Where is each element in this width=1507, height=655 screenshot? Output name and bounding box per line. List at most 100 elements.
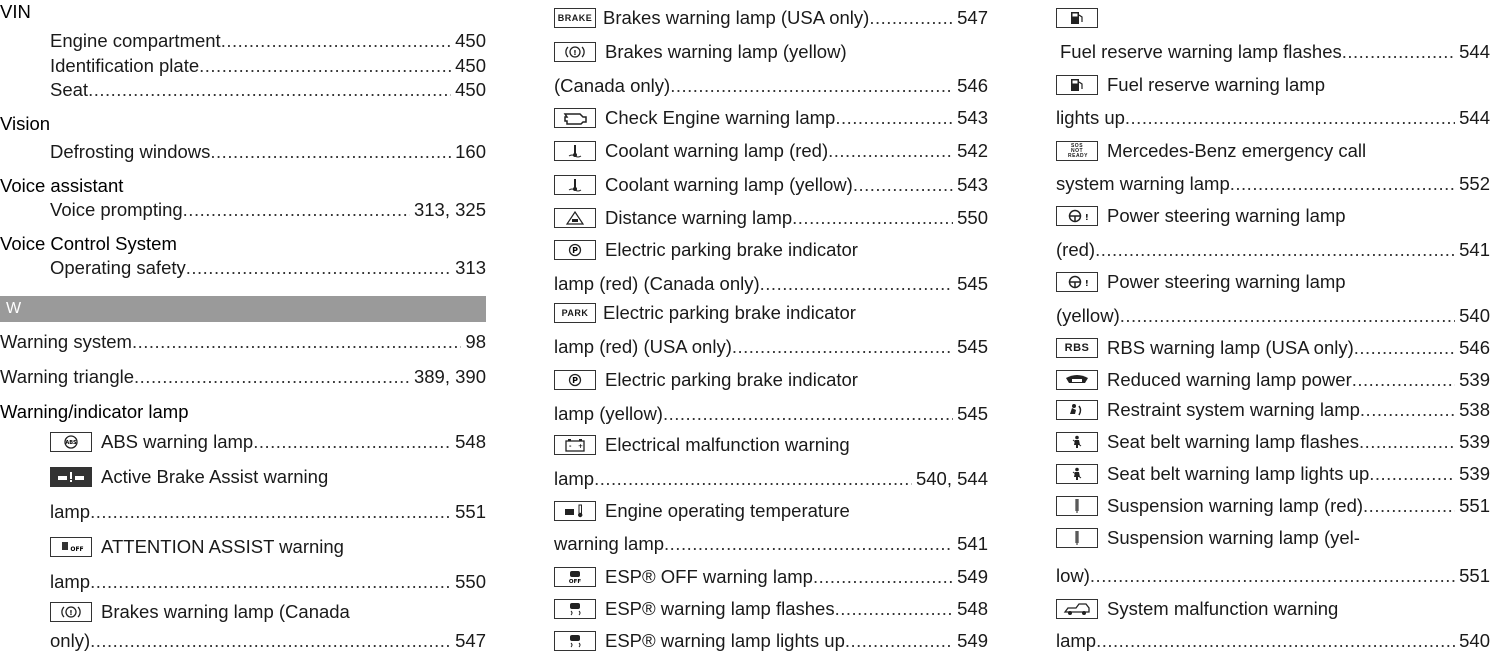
page-ref[interactable]: 313	[451, 256, 486, 280]
index-entry[interactable]: Seat450	[0, 78, 486, 102]
index-entry[interactable]: Check Engine warning lamp543	[554, 106, 988, 130]
page-ref[interactable]: 549	[953, 629, 988, 653]
page-ref[interactable]: 539	[1455, 430, 1490, 454]
index-entry[interactable]: Coolant warning lamp (red)542	[554, 139, 988, 163]
page-ref[interactable]: 545	[953, 335, 988, 359]
page-ref[interactable]: 548	[451, 430, 486, 454]
page-ref[interactable]: 543	[953, 106, 988, 130]
esp-icon	[554, 631, 596, 651]
index-entry[interactable]: P Electric parking brake indicator	[554, 368, 988, 392]
page-ref[interactable]: 545	[953, 272, 988, 296]
page-ref[interactable]: 541	[953, 532, 988, 556]
index-entry[interactable]: RBS RBS warning lamp (USA only)546	[1056, 336, 1490, 360]
page-ref[interactable]: 450	[451, 54, 486, 78]
index-entry[interactable]: ! Brakes warning lamp (yellow)	[554, 40, 988, 64]
index-entry-continued[interactable]: warning lamp541	[554, 532, 988, 556]
page-ref[interactable]: 552	[1455, 172, 1490, 196]
index-entry[interactable]: Fuel reserve warning lamp	[1056, 73, 1490, 97]
page-ref[interactable]: 551	[451, 500, 486, 524]
index-entry[interactable]: SOS NOT READY Mercedes-Benz emergency ca…	[1056, 139, 1490, 163]
page-ref[interactable]: 543	[953, 173, 988, 197]
index-entry-continued[interactable]: only)547	[0, 629, 486, 653]
index-entry[interactable]: Identification plate450	[0, 54, 486, 78]
page-ref[interactable]: 547	[953, 6, 988, 30]
index-entry-continued[interactable]: lamp (red) (USA only)545	[554, 335, 988, 359]
index-entry-continued[interactable]: lamp540, 544	[554, 467, 988, 491]
page-ref[interactable]: 450	[451, 29, 486, 53]
index-entry[interactable]: BRAKE Brakes warning lamp (USA only)547	[554, 6, 988, 30]
index-entry[interactable]: Coolant warning lamp (yellow)543	[554, 173, 988, 197]
page-ref[interactable]: 450	[451, 78, 486, 102]
index-entry-continued[interactable]: lamp (red) (Canada only)545	[554, 272, 988, 296]
index-entry-continued[interactable]: lights up544	[1056, 106, 1490, 130]
index-entry[interactable]: Active Brake Assist warning	[0, 465, 486, 489]
index-entry-continued[interactable]: system warning lamp552	[1056, 172, 1490, 196]
page-ref[interactable]: 313, 325	[410, 198, 486, 222]
page-ref[interactable]: 545	[953, 402, 988, 426]
index-entry[interactable]: Restraint system warning lamp538	[1056, 398, 1490, 422]
page-ref[interactable]: 540, 544	[912, 467, 988, 491]
index-entry-continued[interactable]: (red)541	[1056, 238, 1490, 262]
index-entry[interactable]: Suspension warning lamp (red)551	[1056, 494, 1490, 518]
page-ref[interactable]: 542	[953, 139, 988, 163]
index-entry[interactable]: System malfunction warning	[1056, 597, 1490, 621]
page-ref[interactable]: 389, 390	[410, 365, 486, 389]
index-entry[interactable]	[1056, 6, 1490, 30]
index-entry-continued[interactable]: Fuel reserve warning lamp flashes544	[1056, 40, 1490, 64]
leader-dots	[1359, 430, 1455, 454]
index-entry-continued[interactable]: lamp (yellow)545	[554, 402, 988, 426]
page-ref[interactable]: 539	[1455, 462, 1490, 486]
index-entry[interactable]: Defrosting windows160	[0, 140, 486, 164]
page-ref[interactable]: 539	[1455, 368, 1490, 392]
page-ref[interactable]: 550	[953, 206, 988, 230]
page-ref[interactable]: 540	[1455, 304, 1490, 328]
index-entry-continued[interactable]: lamp550	[0, 570, 486, 594]
page-ref[interactable]: 549	[953, 565, 988, 589]
page-ref[interactable]: 551	[1455, 494, 1490, 518]
index-entry-continued[interactable]: lamp551	[0, 500, 486, 524]
index-entry[interactable]: Reduced warning lamp power539	[1056, 368, 1490, 392]
leader-dots	[670, 74, 953, 98]
index-entry[interactable]: Seat belt warning lamp flashes539	[1056, 430, 1490, 454]
index-entry-continued[interactable]: lamp540	[1056, 629, 1490, 653]
index-entry[interactable]: ! Power steering warning lamp	[1056, 204, 1490, 228]
attention-assist-icon: OFF	[50, 537, 92, 557]
index-entry[interactable]: OFF ESP® OFF warning lamp549	[554, 565, 988, 589]
svg-text:ABS: ABS	[65, 440, 77, 446]
page-ref[interactable]: 550	[451, 570, 486, 594]
index-entry[interactable]: ABS ABS warning lamp548	[0, 430, 486, 454]
index-entry-continued[interactable]: (Canada only)546	[554, 74, 988, 98]
index-entry[interactable]: Warning system98	[0, 330, 486, 354]
page-ref[interactable]: 546	[953, 74, 988, 98]
index-entry[interactable]: Warning triangle389, 390	[0, 365, 486, 389]
index-entry[interactable]: ESP® warning lamp flashes548	[554, 597, 988, 621]
page-ref[interactable]: 544	[1455, 106, 1490, 130]
page-ref[interactable]: 98	[461, 330, 486, 354]
index-entry[interactable]: ESP® warning lamp lights up549	[554, 629, 988, 653]
page-ref[interactable]: 548	[953, 597, 988, 621]
index-entry[interactable]: PARK Electric parking brake indicator	[554, 301, 988, 325]
page-ref[interactable]: 540	[1455, 629, 1490, 653]
index-entry[interactable]: - + Electrical malfunction warning	[554, 433, 988, 457]
index-entry[interactable]: Engine compartment450	[0, 29, 486, 53]
index-entry[interactable]: ! Power steering warning lamp	[1056, 270, 1490, 294]
index-entry[interactable]: P Electric parking brake indicator	[554, 238, 988, 262]
page-ref[interactable]: 538	[1455, 398, 1490, 422]
index-entry[interactable]: Operating safety313	[0, 256, 486, 280]
leader-dots	[1230, 172, 1455, 196]
index-entry[interactable]: OFF ATTENTION ASSIST warning	[0, 535, 486, 559]
page-ref[interactable]: 541	[1455, 238, 1490, 262]
page-ref[interactable]: 544	[1455, 40, 1490, 64]
index-entry[interactable]: Seat belt warning lamp lights up539	[1056, 462, 1490, 486]
index-entry[interactable]: ! Brakes warning lamp (Canada	[0, 600, 486, 624]
index-entry-continued[interactable]: (yellow)540	[1056, 304, 1490, 328]
index-entry[interactable]: Voice prompting313, 325	[0, 198, 486, 222]
index-entry[interactable]: Distance warning lamp550	[554, 206, 988, 230]
page-ref[interactable]: 160	[451, 140, 486, 164]
page-ref[interactable]: 551	[1455, 564, 1490, 588]
page-ref[interactable]: 546	[1455, 336, 1490, 360]
index-entry[interactable]: Engine operating temperature	[554, 499, 988, 523]
page-ref[interactable]: 547	[451, 629, 486, 653]
index-entry-continued[interactable]: low)551	[1056, 564, 1490, 588]
index-entry[interactable]: Suspension warning lamp (yel-	[1056, 526, 1490, 550]
